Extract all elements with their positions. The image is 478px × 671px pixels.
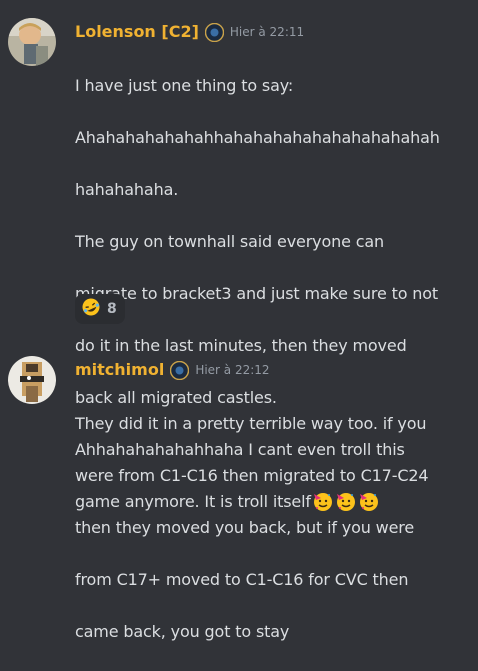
message-line: Ahahahahahahahhahahahahahahahahahahah	[75, 128, 440, 147]
message-line: I have just one thing to say:	[75, 76, 294, 95]
rofl-icon	[81, 297, 101, 321]
message-line: The guy on townhall said everyone can	[75, 232, 385, 251]
message-content: They did it in a pretty terrible way too…	[75, 385, 470, 671]
message-line: came back, you got to stay	[75, 622, 290, 641]
reaction-rofl[interactable]: 8	[75, 294, 125, 324]
avatar-mitchimol[interactable]	[8, 356, 56, 404]
username[interactable]: Lolenson [C2]	[75, 22, 199, 42]
server-badge-icon[interactable]	[204, 22, 225, 42]
timestamp[interactable]: Hier à 22:12	[195, 360, 269, 380]
message-line: They did it in a pretty terrible way too…	[75, 414, 427, 433]
message-line: from C17+ moved to C1-C16 for CVC then	[75, 570, 409, 589]
reaction-count: 8	[107, 301, 117, 317]
message-header: mitchimol Hier à 22:12	[75, 360, 270, 380]
message-line: migrate to bracket3 and just make sure t…	[75, 284, 439, 303]
message-line: then they moved you back, but if you wer…	[75, 518, 415, 537]
username[interactable]: mitchimol	[75, 360, 164, 380]
message-line: were from C1-C16 then migrated to C17-C2…	[75, 466, 429, 485]
server-badge-icon[interactable]	[170, 360, 190, 380]
message-line: hahahahaha.	[75, 180, 179, 199]
avatar-lolenson[interactable]	[8, 18, 56, 66]
message-1: Lolenson [C2] Hier à 22:11 I have just o…	[0, 0, 478, 511]
message-2: mitchimol Hier à 22:12 They did it in a …	[0, 350, 478, 641]
message-header: Lolenson [C2] Hier à 22:11	[75, 22, 304, 42]
timestamp[interactable]: Hier à 22:11	[230, 22, 304, 42]
